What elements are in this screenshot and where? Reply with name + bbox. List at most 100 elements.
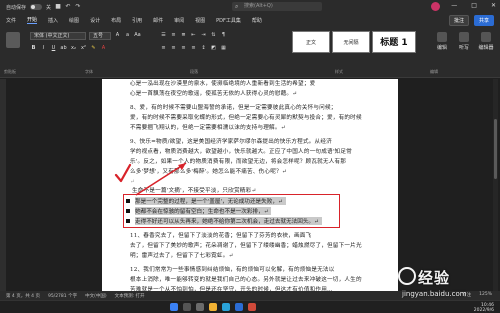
paste-button[interactable] [4,30,22,66]
autosave-toggle[interactable] [30,4,43,10]
search-taskbar-icon[interactable] [183,303,191,311]
change-case-icon[interactable]: Aa [134,32,141,39]
tab-9[interactable]: 视图 [195,17,205,24]
multilevel-list-icon[interactable]: ≣ [180,32,187,39]
maximize-icon[interactable]: □ [471,2,477,9]
redo-icon[interactable]: ↷ [75,4,81,10]
minimize-icon[interactable]: — [451,2,457,9]
edge-icon[interactable] [222,303,230,311]
tab-8[interactable]: 审阅 [174,17,184,24]
text-line: 心是一泓出现在沙漠里的泉水，使濒临绝境的人重新看到生活的希望；爱 [130,81,316,87]
bold-icon[interactable]: B [30,45,37,52]
tab-10[interactable]: PDF工具集 [216,17,241,24]
tab-2[interactable]: 插入 [48,17,58,24]
tab-7[interactable]: 邮件 [153,17,163,24]
align-left-icon[interactable]: ≡ [160,45,167,52]
autosave-state: 关 [46,4,52,11]
clock-date[interactable]: 2022/9/6 [474,308,494,313]
subscript-icon[interactable]: x₂ [70,45,77,52]
increase-indent-icon[interactable]: ⇥ [200,32,207,39]
editor-button[interactable]: 编辑器 [478,32,494,51]
font-name-select[interactable]: 宋体 (中文正文) [30,32,86,40]
clipboard-icon [6,32,20,48]
italic-icon[interactable]: I [40,45,47,52]
start-icon[interactable] [170,303,178,311]
paragraph-7[interactable]: 心是一泓出现在沙漠里的泉水，使濒临绝境的人重新看到生活的希望；爱 心是一首飘荡在… [130,79,384,99]
watermark-url: jingyan.baidu.com [402,290,467,298]
paragraph-row-2: ≡ ≡ ≡ ≡ ↕ ◩ ▦ [160,45,227,52]
tab-0[interactable]: 文件 [6,17,16,24]
save-icon[interactable]: ■ [55,4,61,10]
tab-11[interactable]: 帮助 [252,17,262,24]
search-input[interactable]: ⌕ 搜索(Alt+Q) [232,2,322,11]
tab-3[interactable]: 绘图 [69,17,79,24]
sort-icon[interactable]: ⇅ [210,32,217,39]
taskbar-icons [170,303,256,311]
shading-icon[interactable]: ◩ [210,45,217,52]
document-page[interactable]: 心是一泓出现在沙漠里的泉水，使濒临绝境的人重新看到生活的希望；爱 心是一首飘荡在… [102,79,398,299]
app-icon[interactable] [248,303,256,311]
share-button[interactable]: 共享 [473,15,494,26]
grow-font-icon[interactable]: A [114,32,121,39]
word-window: 自动保存 关 ■ ↶ ↷ ⌕ 搜索(Alt+Q) — □ ✕ 文件 开始 插入 绘图 设… [0,0,500,313]
text-line: 学的视点看，物质消费越大，欲望越小，快乐就越大。正应了中国人的一句成语'知足常 [130,149,352,155]
underline-icon[interactable]: U [50,45,57,52]
vertical-ruler [0,79,6,299]
scrollbar-thumb[interactable] [494,119,497,179]
title-bar: 自动保存 关 ■ ↶ ↷ ⌕ 搜索(Alt+Q) — □ ✕ [0,0,500,14]
paragraph-8[interactable]: 8、爱，有的时候不需要山盟海誓的承诺，但是一定需要彼此真心的关怀与问候； 爱，有… [130,103,384,133]
line-spacing-icon[interactable]: ↕ [200,45,207,52]
group-label-clipboard: 剪贴板 [4,69,16,74]
search-icon: ⌕ [235,3,239,10]
comments-button[interactable]: 批注 [448,15,469,26]
word-taskbar-icon[interactable] [235,303,243,311]
word-count[interactable]: 95/2781 个字 [48,293,77,299]
paragraph-row-1: ☰ ≡ ≣ ⇤ ⇥ ⇅ ¶ [160,32,227,39]
bullets-icon[interactable]: ☰ [160,32,167,39]
dictate-label: 听写 [458,45,469,51]
file-explorer-icon[interactable] [209,303,217,311]
group-label-styles: 样式 [335,69,343,74]
tab-4[interactable]: 设计 [90,17,100,24]
editing-button[interactable]: 编辑 [434,32,450,51]
strikethrough-icon[interactable]: ab [60,45,67,52]
ribbon: 宋体 (中文正文) 五号 A a Aa B I U ab x₂ x² ✎ A ☰… [0,26,500,78]
find-icon [437,32,447,42]
superscript-icon[interactable]: x² [80,45,87,52]
tab-5[interactable]: 布局 [111,17,121,24]
paragraph-11[interactable]: 11、春香究去了，但留下了淡淡的花香；但留下了芬芳的衣袂，画面飞 去了，但留下了… [130,231,384,261]
task-view-icon[interactable] [196,303,204,311]
text-prediction-status[interactable]: 文本预测: 打开 [115,293,145,299]
avatar[interactable] [431,2,440,11]
decrease-indent-icon[interactable]: ⇤ [190,32,197,39]
font-color-icon[interactable]: A [100,45,107,52]
style-heading-1[interactable]: 标题 1 [372,31,416,53]
style-normal[interactable]: 正文 [292,31,330,53]
menu-right-actions: 批注 共享 [448,15,494,26]
style-no-spacing[interactable]: 无间隔 [332,31,370,53]
borders-icon[interactable]: ▦ [220,45,227,52]
title-bar-left: 自动保存 关 ■ ↶ ↷ [0,4,81,11]
microphone-icon [459,32,469,42]
text-line: 心是一首飘荡在夜空的歌谣，使孤苦无依的人获得心灵的慰藉。↵ [130,91,298,97]
page-count[interactable]: 第 4 页，共 4 页 [6,293,40,299]
group-label-paragraph: 段落 [190,69,198,74]
show-marks-icon[interactable]: ¶ [220,32,227,39]
watermark-logo-icon [398,267,416,285]
align-center-icon[interactable]: ≡ [170,45,177,52]
highlight-icon[interactable]: ✎ [90,45,97,52]
text-line: 11、春香究去了，但留下了淡淡的花香；但留下了芬芳的衣袂，画面飞 [130,233,312,239]
justify-icon[interactable]: ≡ [190,45,197,52]
tab-1[interactable]: 开始 [27,16,38,24]
dictate-button[interactable]: 听写 [456,32,472,51]
shrink-font-icon[interactable]: a [124,32,131,39]
undo-icon[interactable]: ↶ [65,4,71,10]
close-icon[interactable]: ✕ [491,2,496,9]
tab-6[interactable]: 引用 [132,17,142,24]
numbering-icon[interactable]: ≡ [170,32,177,39]
text-line: 12、我们常常为一些事情感到纠结烦恼，有的烦恼可以化解，有的烦恼是无法以 [130,267,335,273]
font-size-select[interactable]: 五号 [89,32,111,40]
align-right-icon[interactable]: ≡ [180,45,187,52]
group-label-font: 字体 [85,69,93,74]
language-status[interactable]: 中文(中国) [85,293,107,299]
